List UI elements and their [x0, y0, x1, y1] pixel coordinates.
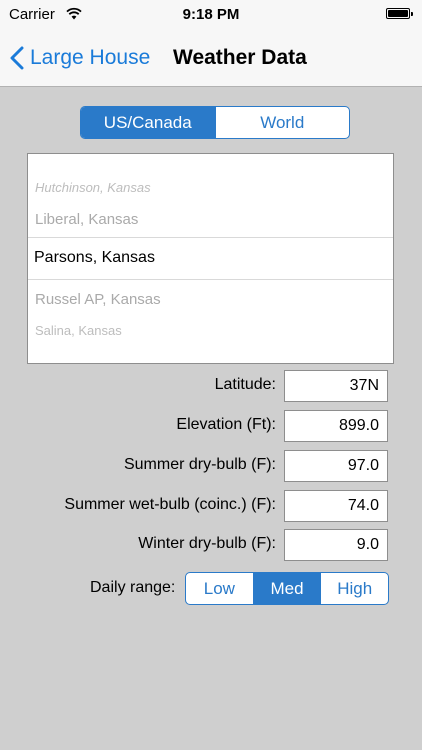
summer-wet-bulb-row: Summer wet-bulb (coinc.) (F):: [0, 490, 422, 522]
status-bar: Carrier 9:18 PM: [0, 0, 422, 30]
page-title: Weather Data: [173, 46, 307, 69]
winter-dry-bulb-field[interactable]: [284, 529, 388, 561]
segment-low[interactable]: Low: [186, 573, 253, 604]
elevation-label: Elevation (Ft):: [176, 416, 276, 433]
segment-high[interactable]: High: [320, 573, 388, 604]
navigation-bar: Large House Weather Data: [0, 30, 422, 87]
segment-us-canada[interactable]: US/Canada: [81, 107, 215, 138]
latitude-field[interactable]: [284, 370, 388, 402]
summer-dry-bulb-field[interactable]: [284, 450, 388, 482]
picker-row[interactable]: Hutchinson, Kansas: [35, 180, 151, 195]
picker-row[interactable]: Liberal, Kansas: [35, 211, 138, 228]
region-segmented-control: US/Canada World: [80, 106, 350, 139]
back-button[interactable]: Large House: [10, 42, 150, 74]
summer-wet-bulb-field[interactable]: [284, 490, 388, 522]
winter-dry-bulb-label: Winter dry-bulb (F):: [138, 535, 276, 552]
latitude-label: Latitude:: [214, 376, 276, 393]
location-picker[interactable]: Hutchinson, Kansas Liberal, Kansas Parso…: [27, 153, 394, 364]
picker-selected-row[interactable]: Parsons, Kansas: [28, 237, 393, 280]
chevron-left-icon: [10, 46, 24, 70]
summer-wet-bulb-label: Summer wet-bulb (coinc.) (F):: [64, 496, 276, 513]
daily-range-segmented-control: Low Med High: [185, 572, 389, 605]
picker-selected-label: Parsons, Kansas: [34, 249, 155, 266]
back-button-label: Large House: [30, 46, 151, 69]
clock: 9:18 PM: [182, 6, 240, 23]
daily-range-label: Daily range:: [90, 579, 176, 596]
summer-dry-bulb-label: Summer dry-bulb (F):: [123, 456, 276, 473]
latitude-row: Latitude:: [0, 370, 422, 402]
summer-dry-bulb-row: Summer dry-bulb (F):: [0, 450, 422, 482]
segment-world[interactable]: World: [214, 107, 350, 138]
picker-row[interactable]: Russel AP, Kansas: [35, 291, 161, 308]
picker-row[interactable]: Salina, Kansas: [35, 323, 122, 338]
elevation-row: Elevation (Ft):: [0, 410, 422, 442]
battery-icon: [386, 8, 413, 19]
elevation-field[interactable]: [284, 410, 388, 442]
winter-dry-bulb-row: Winter dry-bulb (F):: [0, 529, 422, 561]
segment-med[interactable]: Med: [252, 573, 321, 604]
